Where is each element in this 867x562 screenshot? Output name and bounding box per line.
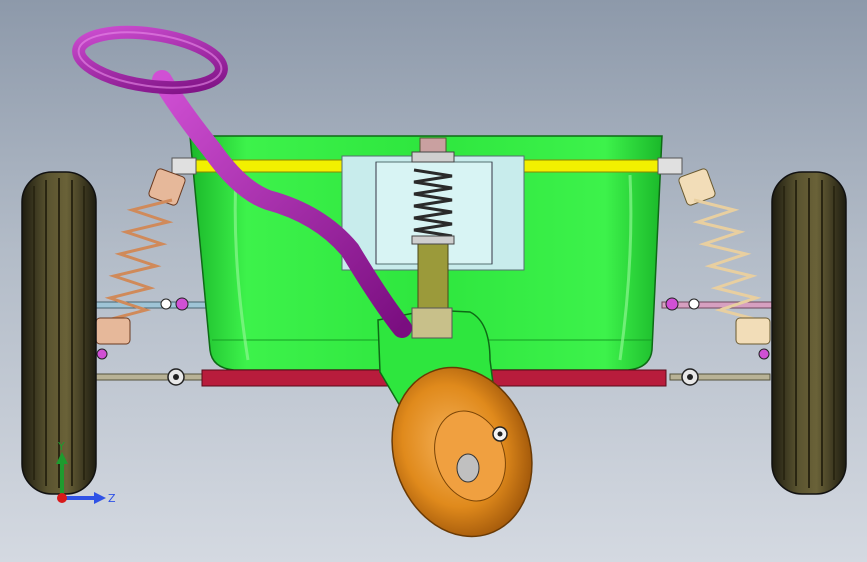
left-shock-absorber[interactable] (95, 168, 189, 360)
x-axis-dot (57, 493, 67, 503)
coordinate-triad: Y Z (56, 440, 116, 505)
y-axis-label: Y (57, 440, 65, 453)
right-rear-wheel[interactable] (771, 171, 847, 495)
right-shock-absorber[interactable] (665, 168, 771, 360)
graphics-viewport[interactable]: Y Z (0, 0, 867, 562)
cad-model[interactable] (0, 0, 867, 562)
z-axis-label: Z (108, 492, 116, 505)
